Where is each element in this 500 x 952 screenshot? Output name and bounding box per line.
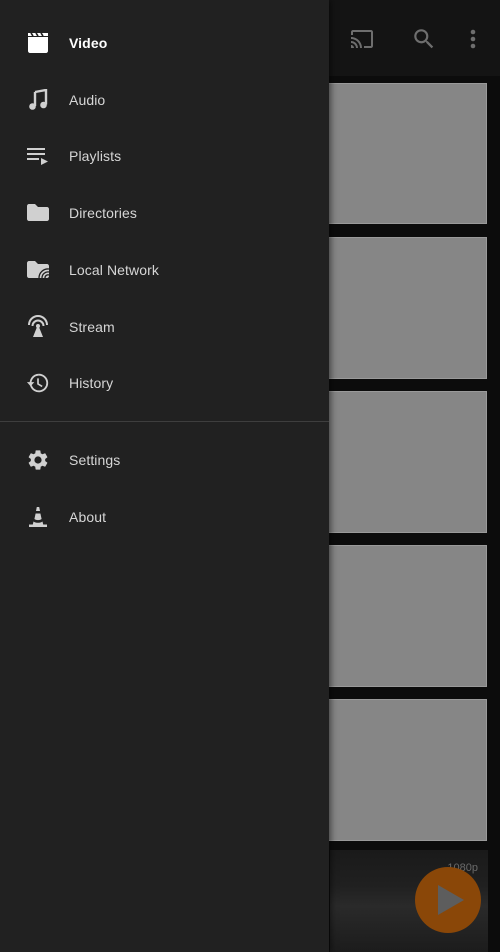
gear-icon (26, 448, 50, 472)
playlist-play-icon (26, 144, 50, 168)
search-icon (414, 29, 434, 49)
nav-label: Audio (69, 92, 106, 108)
nav-label: Settings (69, 452, 121, 468)
play-icon (438, 885, 464, 915)
nav-item-history[interactable]: History (0, 355, 329, 411)
nav-label: Stream (69, 319, 115, 335)
nav-label: Playlists (69, 148, 122, 164)
more-vert-icon (470, 29, 476, 49)
nav-item-stream[interactable]: Stream (0, 299, 329, 355)
nav-item-settings[interactable]: Settings (0, 432, 329, 488)
video-thumbnail[interactable] (328, 699, 487, 841)
nav-label: About (69, 509, 107, 525)
video-thumbnail[interactable] (328, 545, 487, 687)
search-button[interactable] (409, 24, 439, 54)
drawer-divider (0, 421, 329, 422)
nav-item-directories[interactable]: Directories (0, 185, 329, 241)
network-folder-icon (26, 258, 50, 282)
nav-label: Directories (69, 205, 138, 221)
nav-item-about[interactable]: About (0, 489, 329, 545)
stream-antenna-icon (26, 315, 50, 339)
nav-label: Video (69, 35, 108, 51)
nav-item-audio[interactable]: Audio (0, 72, 329, 128)
folder-icon (26, 201, 50, 225)
nav-label: History (69, 375, 114, 391)
play-fab-button[interactable] (415, 867, 481, 933)
navigation-drawer: Video Audio Playlists Directories Local … (0, 0, 329, 952)
more-options-button[interactable] (460, 24, 486, 54)
vlc-cone-icon (26, 505, 50, 529)
cast-button[interactable] (347, 24, 377, 54)
nav-item-playlists[interactable]: Playlists (0, 128, 329, 184)
nav-item-video[interactable]: Video (0, 15, 329, 71)
cast-icon (351, 30, 373, 48)
history-icon (26, 371, 50, 395)
video-thumbnail[interactable] (328, 237, 487, 379)
video-thumbnail[interactable] (328, 391, 487, 533)
video-thumbnail[interactable] (328, 83, 487, 224)
nav-label: Local Network (69, 262, 160, 278)
music-note-icon (26, 88, 50, 112)
movie-clapper-icon (26, 31, 50, 55)
nav-item-local-network[interactable]: Local Network (0, 242, 329, 298)
